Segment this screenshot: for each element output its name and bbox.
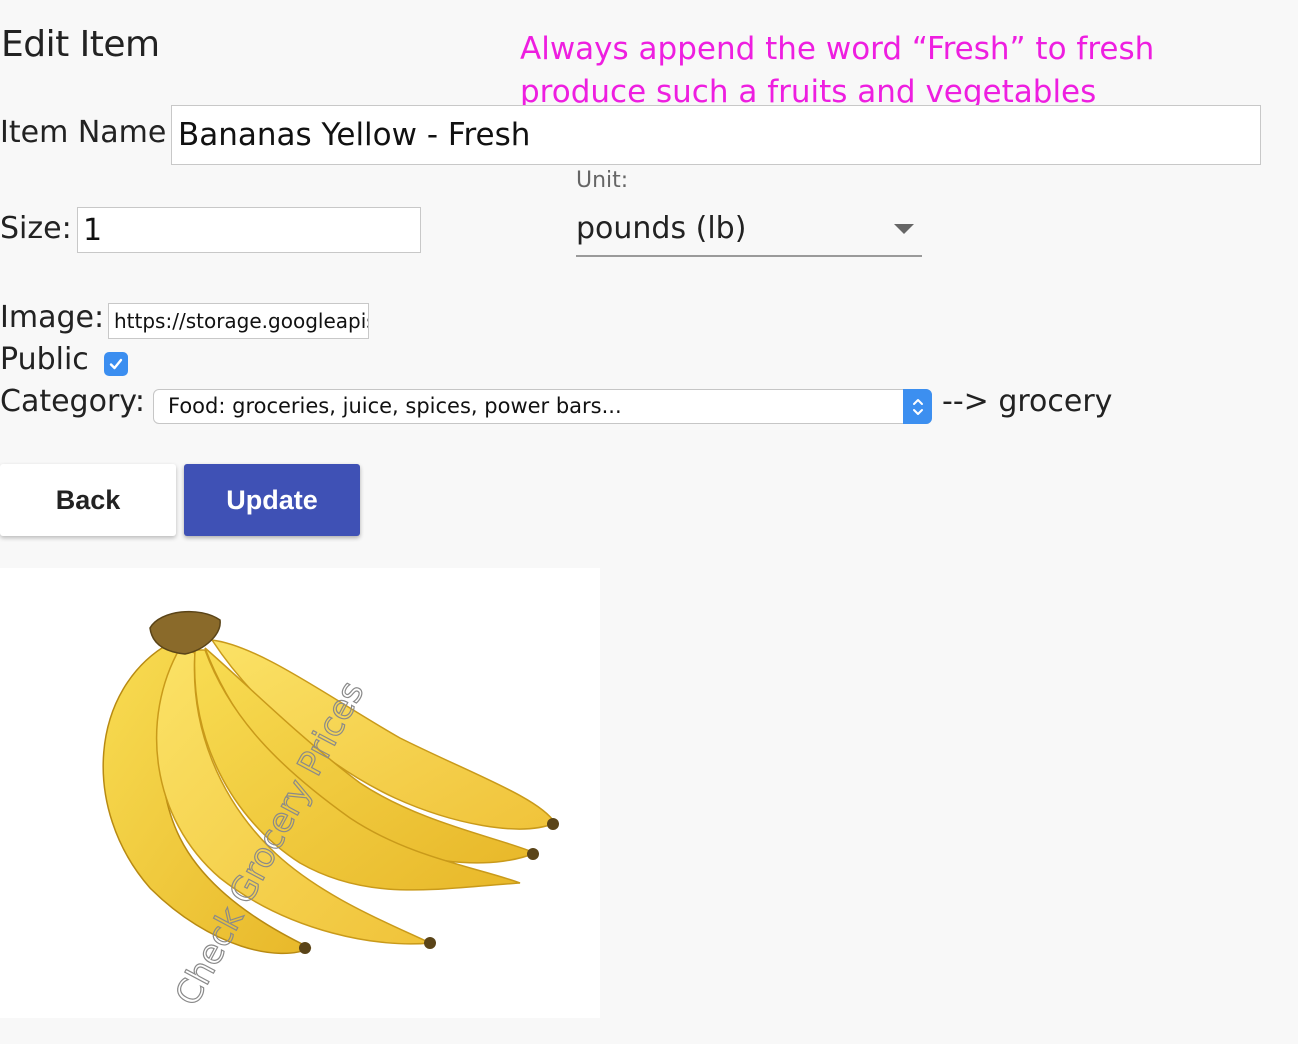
public-checkbox[interactable] <box>104 352 128 376</box>
update-button[interactable]: Update <box>184 464 360 536</box>
unit-select-value: pounds (lb) <box>576 211 747 246</box>
category-mapping: --> grocery <box>942 384 1113 419</box>
unit-select[interactable]: pounds (lb) <box>576 205 922 257</box>
checkmark-icon <box>109 358 123 370</box>
size-label: Size: <box>0 211 72 246</box>
item-name-label: Item Name <box>0 115 167 150</box>
banana-bunch-image: Check Grocery Prices <box>102 610 559 1013</box>
image-url-input[interactable] <box>108 303 369 339</box>
category-label: Category: <box>0 384 145 419</box>
select-stepper-icon <box>903 389 932 424</box>
dropdown-arrow-icon <box>894 224 914 234</box>
category-select-value: Food: groceries, juice, spices, power ba… <box>168 394 622 418</box>
page-title: Edit Item <box>1 24 160 65</box>
public-label: Public <box>0 342 89 377</box>
image-label: Image: <box>0 300 105 335</box>
product-image: Check Grocery Prices <box>0 568 600 1018</box>
item-name-input[interactable] <box>171 105 1261 165</box>
unit-caption: Unit: <box>576 168 629 193</box>
annotation-note: Always append the word “Fresh” to fresh … <box>520 31 1155 110</box>
size-input[interactable] <box>77 207 421 253</box>
back-button[interactable]: Back <box>0 464 176 536</box>
category-select[interactable]: Food: groceries, juice, spices, power ba… <box>153 389 932 424</box>
